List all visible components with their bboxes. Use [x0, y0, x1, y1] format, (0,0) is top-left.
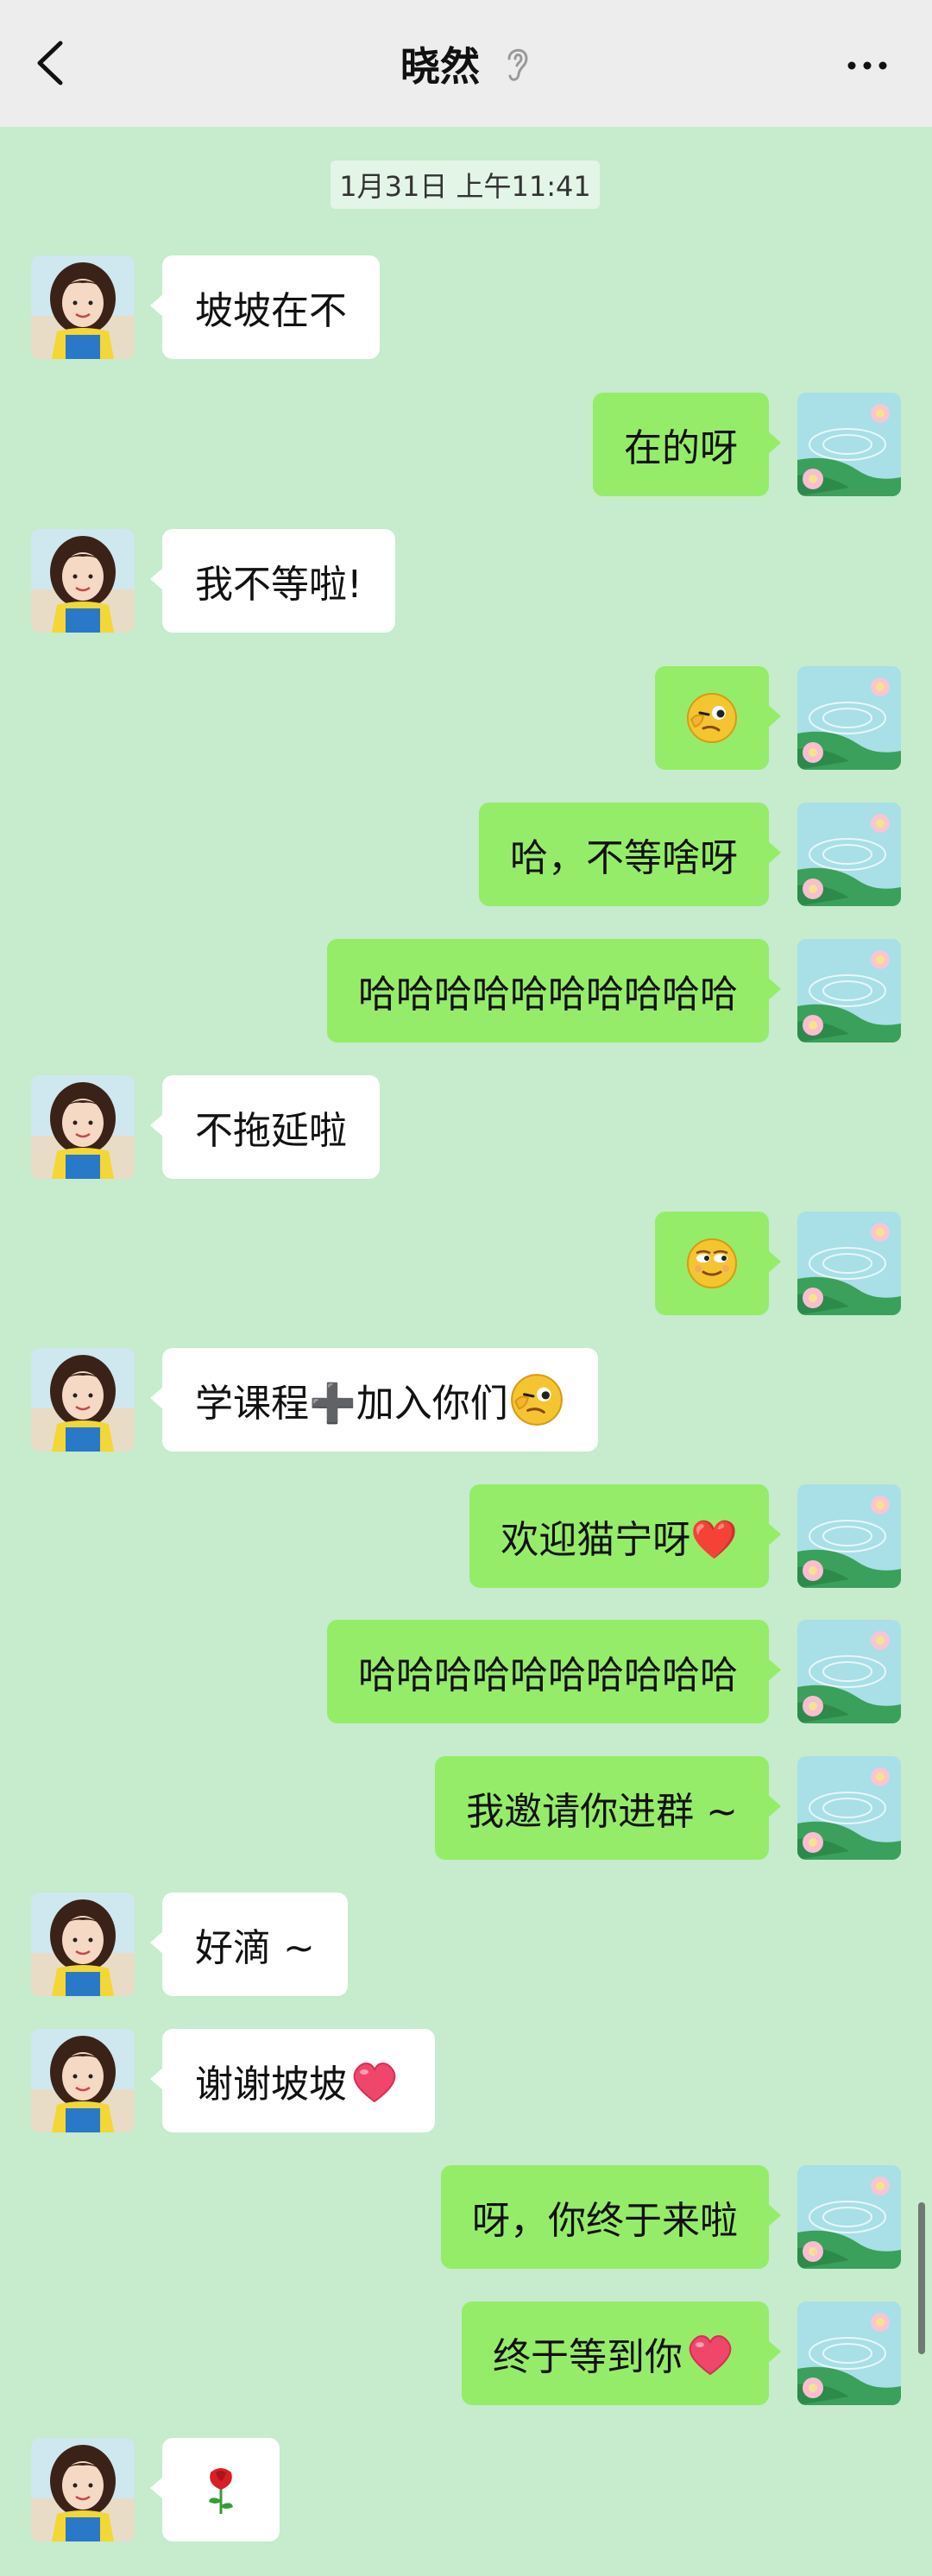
message-text: 学课程➕加入你们: [195, 1382, 508, 1426]
outgoing-message[interactable]: 哈哈哈哈哈哈哈哈哈哈: [327, 939, 781, 1042]
outgoing-message[interactable]: 欢迎猫宁呀❤️: [469, 1484, 781, 1588]
back-button[interactable]: [26, 33, 78, 93]
message-text: 呀，你终于来啦: [472, 2199, 738, 2243]
contact-avatar[interactable]: [31, 255, 135, 359]
ear-icon: [502, 43, 532, 85]
message-text: 坡坡在不: [195, 289, 347, 333]
contact-avatar[interactable]: [31, 1893, 135, 1996]
outgoing-message[interactable]: 在的呀: [593, 393, 781, 496]
outgoing-message[interactable]: 呀，你终于来啦: [441, 2165, 781, 2269]
incoming-message[interactable]: 坡坡在不: [150, 255, 380, 359]
smirk-emoji-icon: [684, 1236, 740, 1291]
wink-emoji-icon: [684, 690, 740, 746]
my-avatar[interactable]: [797, 939, 901, 1042]
incoming-message[interactable]: [150, 2438, 280, 2541]
more-options-button[interactable]: [828, 41, 906, 85]
message-timestamp: 1月31日 上午11:41: [331, 161, 600, 209]
contact-avatar[interactable]: [31, 1348, 135, 1452]
scrollbar-thumb[interactable]: [918, 2202, 925, 2354]
chat-header: 晓然: [0, 0, 932, 127]
chat-title: 晓然: [400, 42, 480, 90]
outgoing-message[interactable]: 我邀请你进群 ~: [435, 1756, 781, 1860]
contact-avatar[interactable]: [31, 1075, 135, 1179]
rose-icon: [193, 2462, 249, 2517]
pink-heart-icon: [347, 2053, 402, 2108]
my-avatar[interactable]: [797, 803, 901, 906]
my-avatar[interactable]: [797, 666, 901, 770]
contact-avatar[interactable]: [31, 529, 135, 633]
message-text: 我不等啦!: [195, 563, 362, 607]
outgoing-message[interactable]: 哈哈哈哈哈哈哈哈哈哈: [327, 1620, 781, 1723]
incoming-message[interactable]: 我不等啦!: [150, 529, 395, 633]
message-text: 我邀请你进群 ~: [466, 1790, 738, 1834]
message-text: 哈，不等啥呀: [510, 836, 738, 880]
outgoing-message[interactable]: 哈，不等啥呀: [479, 803, 781, 906]
my-avatar[interactable]: [797, 2165, 901, 2269]
message-text: 终于等到你: [493, 2335, 683, 2379]
message-text: 欢迎猫宁呀❤️: [501, 1518, 738, 1562]
my-avatar[interactable]: [797, 1756, 901, 1860]
pink-heart-icon: [683, 2326, 738, 2381]
chevron-left-icon: [37, 41, 63, 85]
message-text: 谢谢坡坡: [195, 2063, 347, 2107]
my-avatar[interactable]: [797, 1620, 901, 1723]
my-avatar[interactable]: [797, 1484, 901, 1588]
message-text: 在的呀: [624, 426, 738, 470]
incoming-message[interactable]: 好滴 ~: [150, 1893, 348, 1996]
more-dots-icon: [847, 61, 887, 70]
incoming-message[interactable]: 不拖延啦: [150, 1075, 380, 1179]
message-text: 哈哈哈哈哈哈哈哈哈哈: [358, 1653, 738, 1697]
my-avatar[interactable]: [797, 393, 901, 496]
contact-avatar[interactable]: [31, 2029, 135, 2132]
message-text: 好滴 ~: [195, 1926, 315, 1970]
message-text: 不拖延啦: [195, 1109, 347, 1153]
wink-emoji-icon: [508, 1371, 565, 1428]
contact-avatar[interactable]: [31, 2438, 135, 2541]
my-avatar[interactable]: [797, 1212, 901, 1315]
incoming-message[interactable]: 学课程➕加入你们: [150, 1348, 598, 1452]
outgoing-message[interactable]: [655, 1212, 781, 1315]
outgoing-message[interactable]: [655, 666, 781, 770]
message-text: 哈哈哈哈哈哈哈哈哈哈: [358, 973, 738, 1017]
my-avatar[interactable]: [797, 2302, 901, 2405]
outgoing-message[interactable]: 终于等到你: [462, 2302, 781, 2405]
incoming-message[interactable]: 谢谢坡坡: [150, 2029, 435, 2132]
